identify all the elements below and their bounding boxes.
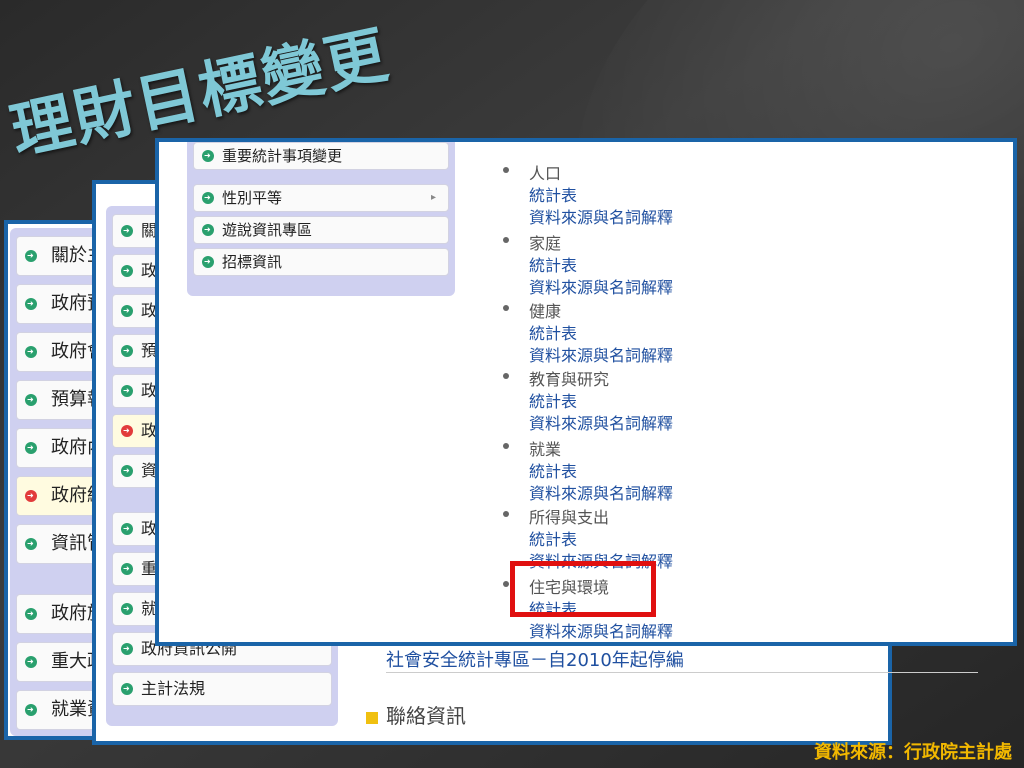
arrow-circle-icon [25, 394, 37, 406]
social-security-link[interactable]: 社會安全統計專區－自2010年起停編 [386, 646, 684, 672]
chevron-right-icon: ▸ [430, 192, 436, 203]
bullet-dot [503, 581, 509, 587]
sidebar-item[interactable]: 重要統計事項變更 [193, 142, 449, 170]
arrow-circle-icon [202, 256, 214, 268]
sidebar-item[interactable]: 主計法規 [112, 672, 332, 706]
arrow-circle-icon [25, 608, 37, 620]
stats-table-link[interactable]: 統計表 [529, 182, 577, 206]
sidebar-item[interactable]: 遊說資訊專區 [193, 216, 449, 244]
arrow-circle-icon [202, 192, 214, 204]
arrow-circle-icon [121, 345, 133, 357]
arrow-circle-icon [25, 250, 37, 262]
arrow-circle-icon [121, 305, 133, 317]
sidebar-item-label: 性別平等 [222, 189, 283, 207]
arrow-circle-icon [121, 385, 133, 397]
sidebar-item[interactable]: 招標資訊 [193, 248, 449, 276]
arrow-circle-icon [121, 523, 133, 535]
category-name: 就業 [529, 440, 562, 459]
definitions-link[interactable]: 資料來源與名詞解釋 [529, 274, 673, 298]
definitions-link[interactable]: 資料來源與名詞解釋 [529, 618, 673, 642]
arrow-circle-icon [121, 683, 133, 695]
stats-table-link[interactable]: 統計表 [529, 388, 577, 412]
arrow-circle-icon [25, 538, 37, 550]
arrow-circle-icon [25, 490, 37, 502]
bullet-dot [503, 511, 509, 517]
arrow-circle-icon [25, 656, 37, 668]
arrow-circle-icon [121, 265, 133, 277]
arrow-circle-icon [202, 150, 214, 162]
category-heading: 家庭 [503, 230, 562, 254]
bullet-dot [503, 167, 509, 173]
bullet-dot [503, 305, 509, 311]
definitions-link[interactable]: 資料來源與名詞解釋 [529, 480, 673, 504]
arrow-circle-icon [25, 346, 37, 358]
category-name: 教育與研究 [529, 370, 610, 389]
category-heading: 教育與研究 [503, 366, 610, 390]
category-heading: 所得與支出 [503, 504, 610, 528]
stats-table-link[interactable]: 統計表 [529, 320, 577, 344]
stats-table-link[interactable]: 統計表 [529, 526, 577, 550]
arrow-circle-icon [121, 225, 133, 237]
sidebar-item-label: 重要統計事項變更 [222, 147, 343, 165]
arrow-circle-icon [121, 643, 133, 655]
category-heading: 人口 [503, 160, 562, 184]
sidebar-item-label: 遊說資訊專區 [222, 221, 313, 239]
bullet-dot [503, 373, 509, 379]
category-heading: 健康 [503, 298, 562, 322]
arrow-circle-icon [25, 704, 37, 716]
plus-square-icon [366, 711, 378, 724]
sidebar-menu: 重要統計事項變更 性別平等 ▸ 遊說資訊專區 招標資訊 [187, 142, 455, 296]
contact-info-link[interactable]: 聯絡資訊 [366, 700, 466, 729]
category-heading: 就業 [503, 436, 562, 460]
arrow-circle-icon [202, 224, 214, 236]
category-name: 所得與支出 [529, 508, 610, 527]
source-credit: 資料來源：行政院主計處 [814, 742, 1012, 763]
sidebar-item-label: 主計法規 [141, 679, 206, 698]
sidebar-item[interactable]: 性別平等 ▸ [193, 184, 449, 212]
arrow-circle-icon [121, 563, 133, 575]
arrow-circle-icon [121, 603, 133, 615]
arrow-circle-icon [25, 298, 37, 310]
stats-table-link[interactable]: 統計表 [529, 458, 577, 482]
arrow-circle-icon [121, 425, 133, 437]
contact-label: 聯絡資訊 [386, 704, 466, 728]
definitions-link[interactable]: 資料來源與名詞解釋 [529, 342, 673, 366]
category-name: 健康 [529, 302, 562, 321]
sidebar-item-label: 招標資訊 [222, 253, 283, 271]
divider [386, 672, 978, 673]
arrow-circle-icon [121, 465, 133, 477]
definitions-link[interactable]: 資料來源與名詞解釋 [529, 204, 673, 228]
definitions-link[interactable]: 資料來源與名詞解釋 [529, 410, 673, 434]
category-name: 家庭 [529, 234, 562, 253]
arrow-circle-icon [25, 442, 37, 454]
stats-table-link[interactable]: 統計表 [529, 252, 577, 276]
bullet-dot [503, 443, 509, 449]
bullet-dot [503, 237, 509, 243]
highlight-box [510, 561, 656, 617]
category-name: 人口 [529, 164, 562, 183]
